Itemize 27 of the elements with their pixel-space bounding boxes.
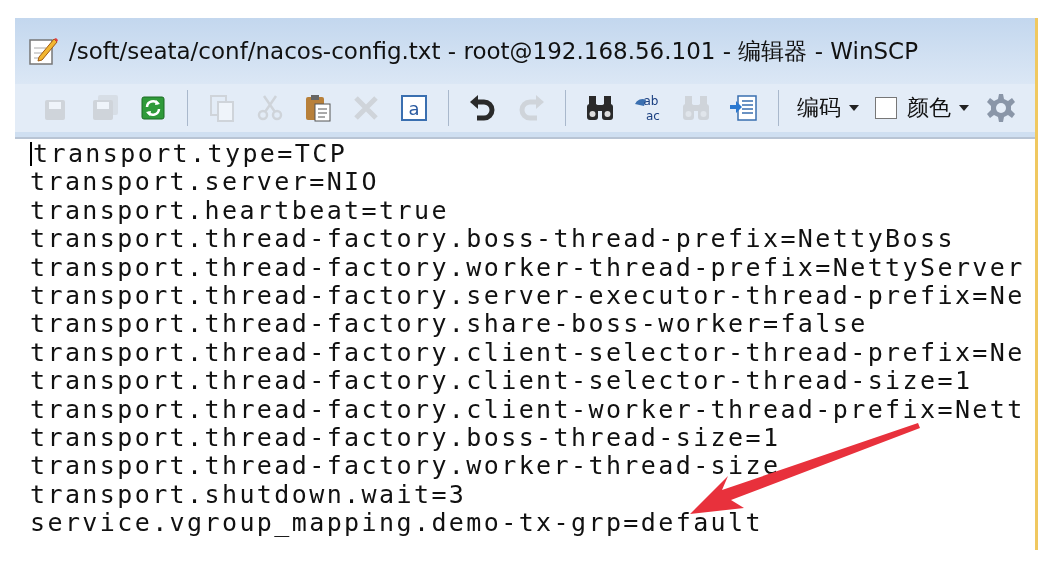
code-line: transport.thread-factory.share-boss-worker=false [30, 310, 869, 339]
code-line: transport.thread-factory.boss-thread-prefix=NettyBoss [30, 225, 956, 254]
color-dropdown[interactable]: 颜色 [901, 89, 975, 127]
code-line: transport.thread-factory.worker-thread-prefix=NettyServer [30, 253, 1026, 283]
select-all-button[interactable]: a [392, 88, 436, 128]
replace-button[interactable]: ab ac [626, 88, 670, 128]
code-line: transport.thread-factory.client-worker-thread-prefix=Nett [30, 395, 1026, 425]
code-line: transport.thread-factory.worker-thread-size [30, 452, 782, 481]
caret-icon [959, 105, 969, 111]
letter-box-icon: a [398, 92, 430, 124]
code-line: transport.thread-factory.server-executor-thread-prefix=Ne [30, 282, 1026, 311]
list-arrow-icon [728, 92, 760, 124]
code-line: transport.server=NIO [30, 168, 381, 197]
text-cursor [30, 142, 32, 166]
encoding-dropdown[interactable]: 编码 [791, 89, 865, 127]
caret-icon [849, 105, 859, 111]
code-line: transport.heartbeat=true [30, 196, 450, 226]
window-title: /soft/seata/conf/nacos-config.txt - root@192.168.56.101 - 编辑器 - WinSCP [69, 36, 918, 66]
code-line: transport.thread-factory.boss-thread-size=1 [30, 424, 782, 453]
settings-icon[interactable] [985, 92, 1017, 124]
code-line: transport.shutdown.wait=3 [30, 480, 468, 510]
notepad-pencil-icon [27, 35, 59, 67]
code-line: transport.type=TCP [30, 140, 1035, 169]
code-line: service.vgroup_mapping.demo-tx-grp=default [30, 509, 764, 538]
code-line: transport.thread-factory.client-selector-thread-size=1 [30, 367, 974, 396]
code-line: transport.thread-factory.client-selector-thread-prefix=Ne [30, 338, 1026, 368]
color-checkbox[interactable] [875, 97, 897, 119]
